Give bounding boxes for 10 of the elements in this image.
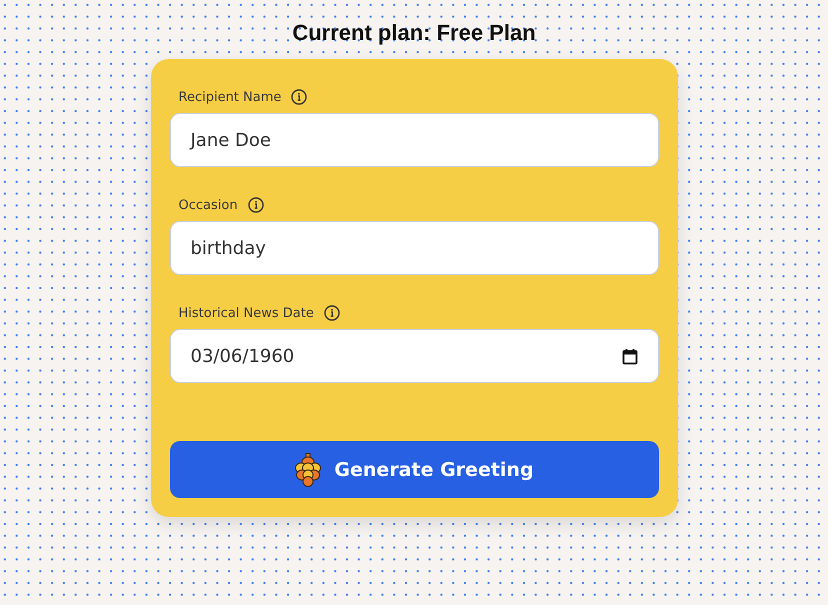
field-label: Historical News Date (178, 306, 314, 320)
info-icon (291, 89, 308, 105)
info-icon (324, 305, 340, 321)
info-icon (248, 197, 264, 213)
current-plan-heading: Current plan: Free Plan (292, 19, 536, 47)
field-label: Occasion (178, 198, 238, 212)
hop-cone-icon (294, 452, 322, 486)
field-label: Recipient Name (178, 90, 282, 104)
calendar-icon[interactable] (622, 348, 638, 364)
generate-greeting-button[interactable]: Generate Greeting (170, 441, 658, 498)
